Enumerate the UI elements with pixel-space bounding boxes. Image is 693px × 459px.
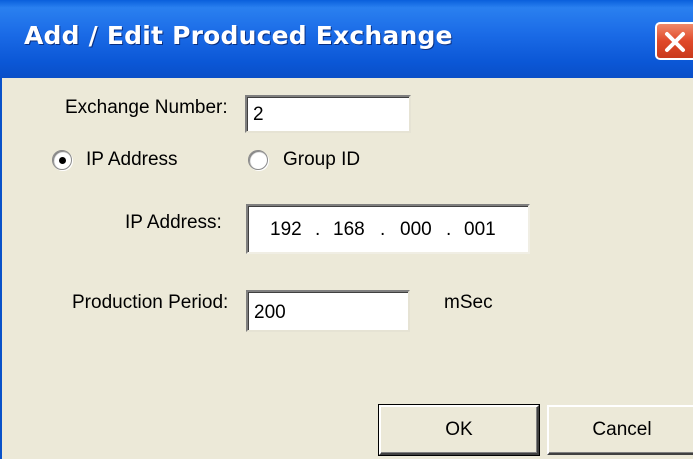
ip-address-radio[interactable] [52, 150, 72, 170]
group-id-radio[interactable] [248, 150, 268, 170]
ip-separator: . [380, 219, 386, 240]
production-period-label: Production Period: [72, 292, 229, 313]
ip-octet-3[interactable]: 000 [400, 219, 432, 241]
dialog-body: Exchange Number: 2 IP Address Group ID I… [0, 78, 693, 459]
cancel-button[interactable]: Cancel [547, 405, 693, 455]
production-period-unit: mSec [444, 292, 493, 313]
ip-address-label: IP Address: [125, 212, 222, 233]
ip-separator: . [315, 219, 321, 240]
ip-octet-1[interactable]: 192 [270, 219, 302, 241]
radio-selected-dot [59, 157, 66, 164]
exchange-number-label: Exchange Number: [65, 97, 228, 118]
group-id-radio-label[interactable]: Group ID [283, 149, 360, 171]
ip-address-radio-label[interactable]: IP Address [86, 149, 178, 171]
ok-button-label: OK [445, 419, 473, 440]
ip-separator: . [446, 219, 452, 240]
window-title: Add / Edit Produced Exchange [24, 21, 453, 50]
cancel-button-label: Cancel [592, 419, 652, 440]
exchange-number-field[interactable]: 2 [245, 95, 411, 133]
ip-octet-2[interactable]: 168 [333, 219, 365, 241]
production-period-field[interactable]: 200 [246, 290, 410, 332]
title-bar[interactable]: Add / Edit Produced Exchange [0, 0, 693, 78]
ok-button[interactable]: OK [378, 404, 540, 456]
close-button[interactable] [655, 22, 693, 60]
ip-address-field[interactable]: 192 . 168 . 000 . 001 [246, 204, 530, 254]
ip-octet-4[interactable]: 001 [464, 219, 496, 241]
close-icon [665, 32, 685, 52]
